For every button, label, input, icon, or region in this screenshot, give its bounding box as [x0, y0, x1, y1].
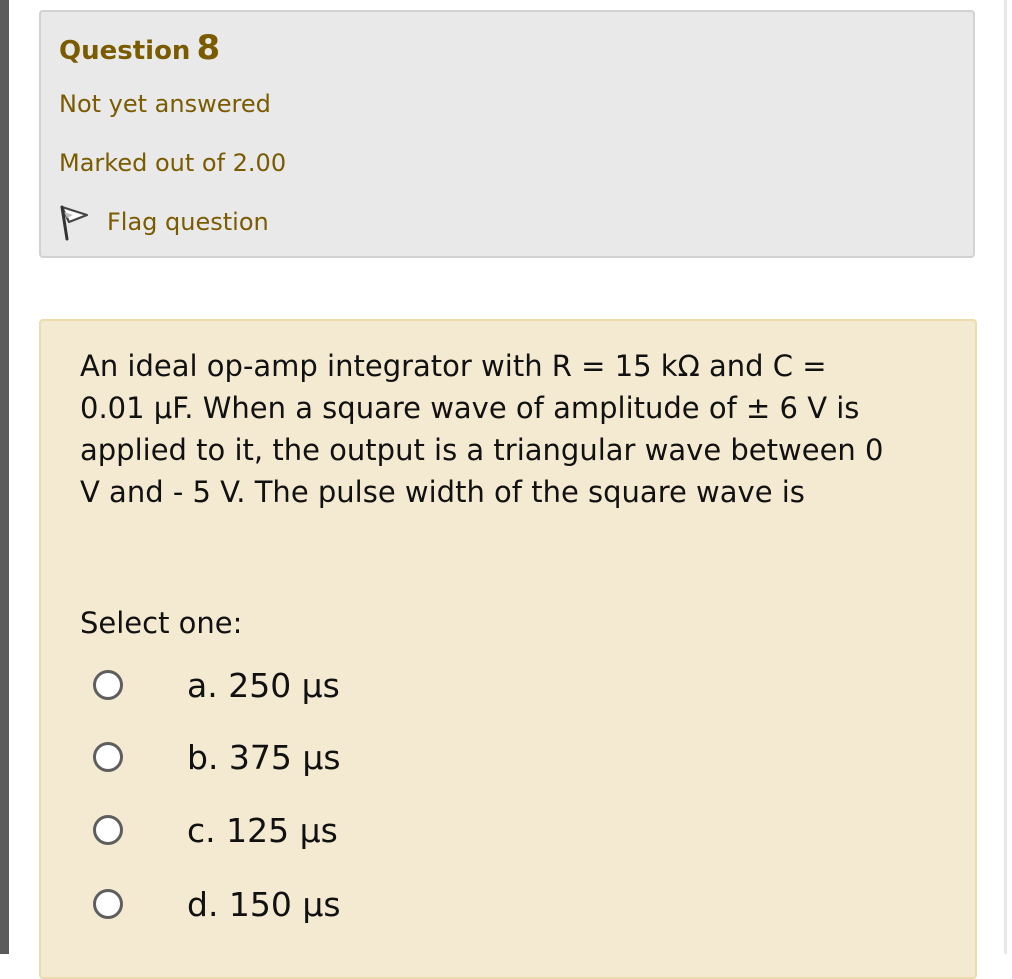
question-number: 8 — [196, 28, 221, 68]
answer-option-d[interactable]: d. 150 μs — [93, 879, 693, 929]
question-info-panel: Question 8 Not yet answered Marked out of… — [39, 10, 975, 258]
flag-icon — [59, 203, 89, 241]
question-title: Question 8 — [59, 28, 220, 68]
answer-option-label: d. 150 μs — [187, 884, 341, 924]
answer-option-label: b. 375 μs — [187, 737, 341, 777]
flag-question-label: Flag question — [107, 208, 269, 236]
question-title-word: Question — [59, 36, 191, 66]
question-text: An ideal op-amp integrator with R = 15 k… — [80, 349, 884, 509]
radio-button[interactable] — [93, 742, 123, 772]
answer-option-c[interactable]: c. 125 μs — [93, 805, 693, 855]
radio-button[interactable] — [93, 889, 123, 919]
page-right-border — [1004, 0, 1007, 954]
answer-option-b[interactable]: b. 375 μs — [93, 732, 693, 782]
question-state: Not yet answered — [59, 90, 271, 118]
question-grade: Marked out of 2.00 — [59, 149, 287, 177]
flag-question-link[interactable]: Flag question — [59, 202, 269, 242]
answer-prompt: Select one: — [80, 606, 243, 640]
answer-option-label: c. 125 μs — [187, 810, 338, 850]
radio-button[interactable] — [93, 670, 123, 700]
answer-option-a[interactable]: a. 250 μs — [93, 660, 693, 710]
radio-button[interactable] — [93, 815, 123, 845]
answer-option-label: a. 250 μs — [187, 665, 340, 705]
page-left-border — [0, 0, 9, 954]
question-content-panel: An ideal op-amp integrator with R = 15 k… — [39, 319, 977, 979]
